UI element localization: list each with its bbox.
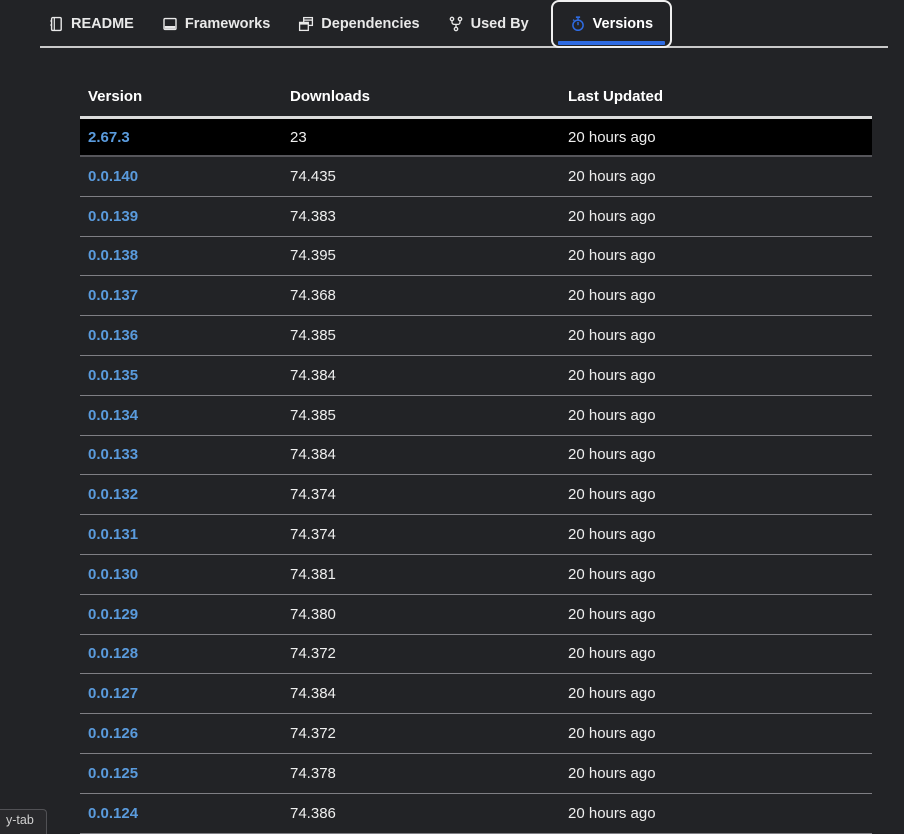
version-link[interactable]: 0.0.140 — [88, 168, 138, 185]
last-updated-value: 20 hours ago — [560, 208, 872, 225]
column-header-version: Version — [80, 88, 282, 105]
last-updated-value: 20 hours ago — [560, 407, 872, 424]
downloads-value: 74.372 — [282, 645, 560, 662]
last-updated-value: 20 hours ago — [560, 129, 872, 146]
version-link[interactable]: 0.0.129 — [88, 606, 138, 623]
last-updated-value: 20 hours ago — [560, 526, 872, 543]
version-link[interactable]: 0.0.133 — [88, 446, 138, 463]
last-updated-value: 20 hours ago — [560, 486, 872, 503]
downloads-value: 74.368 — [282, 287, 560, 304]
version-link[interactable]: 0.0.127 — [88, 685, 138, 702]
tab-label: Frameworks — [185, 16, 270, 32]
last-updated-value: 20 hours ago — [560, 645, 872, 662]
tab-dependencies[interactable]: Dependencies — [284, 4, 433, 44]
table-row: 0.0.126 74.372 20 hours ago — [80, 714, 872, 754]
table-header-row: Version Downloads Last Updated — [80, 76, 872, 116]
table-row: 0.0.135 74.384 20 hours ago — [80, 356, 872, 396]
tab-frameworks[interactable]: Frameworks — [148, 4, 284, 44]
last-updated-value: 20 hours ago — [560, 805, 872, 822]
version-link[interactable]: 0.0.134 — [88, 407, 138, 424]
table-row: 0.0.138 74.395 20 hours ago — [80, 237, 872, 277]
downloads-value: 74.372 — [282, 725, 560, 742]
downloads-value: 74.385 — [282, 407, 560, 424]
version-link[interactable]: 0.0.136 — [88, 327, 138, 344]
downloads-value: 74.383 — [282, 208, 560, 225]
downloads-value: 74.380 — [282, 606, 560, 623]
dependencies-icon — [298, 16, 314, 32]
version-link[interactable]: 0.0.131 — [88, 526, 138, 543]
last-updated-value: 20 hours ago — [560, 446, 872, 463]
downloads-value: 74.435 — [282, 168, 560, 185]
version-link[interactable]: 0.0.128 — [88, 645, 138, 662]
downloads-value: 74.378 — [282, 765, 560, 782]
table-row: 0.0.127 74.384 20 hours ago — [80, 674, 872, 714]
downloads-value: 74.395 — [282, 247, 560, 264]
last-updated-value: 20 hours ago — [560, 685, 872, 702]
last-updated-value: 20 hours ago — [560, 327, 872, 344]
table-row: 0.0.131 74.374 20 hours ago — [80, 515, 872, 555]
version-link[interactable]: 0.0.130 — [88, 566, 138, 583]
column-header-downloads: Downloads — [282, 88, 560, 105]
last-updated-value: 20 hours ago — [560, 247, 872, 264]
table-row: 0.0.133 74.384 20 hours ago — [80, 436, 872, 476]
version-link[interactable]: 0.0.137 — [88, 287, 138, 304]
version-link[interactable]: 0.0.138 — [88, 247, 138, 264]
table-row: 0.0.130 74.381 20 hours ago — [80, 555, 872, 595]
last-updated-value: 20 hours ago — [560, 287, 872, 304]
version-link[interactable]: 0.0.139 — [88, 208, 138, 225]
table-row: 0.0.125 74.378 20 hours ago — [80, 754, 872, 794]
readme-icon — [48, 16, 64, 32]
table-row: 0.0.139 74.383 20 hours ago — [80, 197, 872, 237]
downloads-value: 74.384 — [282, 685, 560, 702]
versions-table: Version Downloads Last Updated 2.67.3 23… — [80, 76, 872, 834]
used-by-icon — [448, 16, 464, 32]
tab-used-by[interactable]: Used By — [434, 4, 543, 44]
downloads-value: 74.374 — [282, 526, 560, 543]
table-row: 2.67.3 23 20 hours ago — [80, 116, 872, 157]
tab-label: README — [71, 16, 134, 32]
table-body: 2.67.3 23 20 hours ago 0.0.140 74.435 20… — [80, 116, 872, 834]
table-row: 0.0.137 74.368 20 hours ago — [80, 276, 872, 316]
downloads-value: 74.386 — [282, 805, 560, 822]
table-row: 0.0.128 74.372 20 hours ago — [80, 635, 872, 675]
table-row: 0.0.140 74.435 20 hours ago — [80, 157, 872, 197]
tab-label: Versions — [593, 16, 653, 32]
table-row: 0.0.136 74.385 20 hours ago — [80, 316, 872, 356]
version-link[interactable]: 0.0.125 — [88, 765, 138, 782]
downloads-value: 74.381 — [282, 566, 560, 583]
version-link[interactable]: 0.0.124 — [88, 805, 138, 822]
versions-icon — [570, 16, 586, 32]
version-link[interactable]: 0.0.126 — [88, 725, 138, 742]
status-bubble-text: y-tab — [6, 813, 34, 827]
last-updated-value: 20 hours ago — [560, 566, 872, 583]
downloads-value: 74.384 — [282, 446, 560, 463]
downloads-value: 74.385 — [282, 327, 560, 344]
frameworks-icon — [162, 16, 178, 32]
column-header-last-updated: Last Updated — [560, 88, 872, 105]
tab-label: Dependencies — [321, 16, 419, 32]
version-link[interactable]: 0.0.135 — [88, 367, 138, 384]
last-updated-value: 20 hours ago — [560, 725, 872, 742]
last-updated-value: 20 hours ago — [560, 367, 872, 384]
last-updated-value: 20 hours ago — [560, 606, 872, 623]
package-page: README Frameworks Dependencies — [0, 0, 904, 834]
downloads-value: 74.384 — [282, 367, 560, 384]
version-link[interactable]: 0.0.132 — [88, 486, 138, 503]
table-row: 0.0.129 74.380 20 hours ago — [80, 595, 872, 635]
table-row: 0.0.134 74.385 20 hours ago — [80, 396, 872, 436]
tab-label: Used By — [471, 16, 529, 32]
version-link[interactable]: 2.67.3 — [88, 129, 130, 146]
downloads-value: 74.374 — [282, 486, 560, 503]
last-updated-value: 20 hours ago — [560, 765, 872, 782]
tab-readme[interactable]: README — [40, 4, 148, 44]
table-row: 0.0.132 74.374 20 hours ago — [80, 475, 872, 515]
tab-versions[interactable]: Versions — [551, 0, 672, 48]
tab-bar: README Frameworks Dependencies — [40, 0, 888, 48]
last-updated-value: 20 hours ago — [560, 168, 872, 185]
downloads-value: 23 — [282, 129, 560, 146]
